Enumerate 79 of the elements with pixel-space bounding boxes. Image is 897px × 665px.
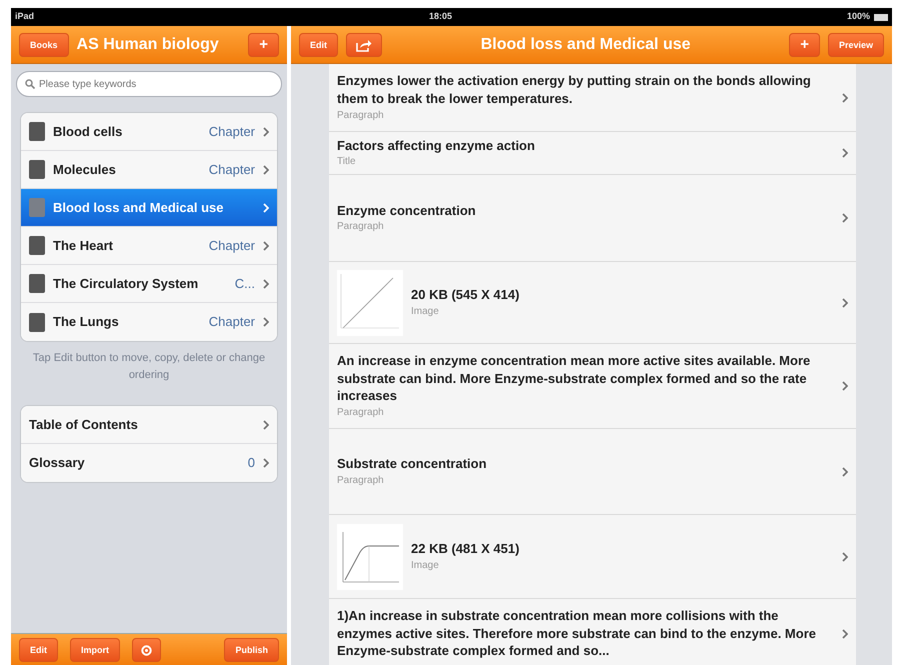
record-icon [141, 644, 152, 656]
chevron-icon [263, 420, 269, 430]
settings-button[interactable] [132, 638, 161, 662]
content-row[interactable]: Enzymes lower the activation energy by putting strain on the bonds allowing them to break the lower temperatures. Paragraph [329, 64, 856, 132]
content-row[interactable]: An increase in enzyme concentration mean more active sites available. More substrate can bind. More Enzyme-substrate complex formed and so the rate increases Paragraph [329, 344, 856, 429]
search-field[interactable]: Please type keywords [16, 71, 282, 97]
block-type: Paragraph [337, 406, 385, 420]
count-label: 0 [248, 454, 255, 472]
hint-text: Tap Edit button to move, copy, delete or change ordering [32, 351, 266, 382]
block-type: Paragraph [337, 220, 385, 234]
chevron-icon [263, 458, 269, 468]
block-text: 22 KB (481 X 451) [411, 540, 520, 558]
chevron-icon [842, 552, 848, 562]
menu-label: Glossary [29, 454, 85, 472]
content-row[interactable]: 22 KB (481 X 451) Image [329, 515, 856, 599]
chevron-icon [263, 317, 269, 327]
clock-time: 18:05 [428, 10, 452, 24]
battery-percent: 100% [846, 10, 870, 24]
chevron-icon [263, 126, 269, 136]
share-button[interactable] [346, 32, 382, 56]
chevron-icon [263, 278, 269, 288]
content-row[interactable]: 20 KB (545 X 414) Image [329, 262, 856, 344]
battery-icon [874, 14, 888, 20]
chevron-icon [842, 466, 848, 476]
block-text: An increase in enzyme concentration mean more active sites available. More substrate can bind. More Enzyme-substrate complex formed and so the rate increases [337, 352, 812, 405]
book-icon [29, 312, 45, 332]
block-type: Image [411, 558, 440, 573]
library-title: AS Human biology [76, 34, 219, 54]
book-icon [29, 160, 45, 179]
menu-label: Table of Contents [29, 416, 138, 434]
chevron-icon [842, 92, 848, 102]
chapter-title: The Lungs [53, 313, 119, 332]
block-type: Paragraph [337, 108, 385, 123]
content-row[interactable]: Enzyme concentration Paragraph [329, 175, 856, 262]
book-icon [29, 274, 45, 293]
chapter-row[interactable]: Blood cells Chapter [21, 113, 277, 151]
content-row[interactable]: Factors affecting enzyme action Title [329, 132, 856, 175]
chevron-icon [842, 381, 848, 391]
block-type: Title [337, 155, 357, 170]
chapter-type: C... [234, 274, 255, 293]
block-text: 20 KB (545 X 414) [411, 286, 520, 304]
chapter-title: Molecules [53, 160, 116, 179]
share-icon [356, 38, 372, 52]
block-text: Substrate concentration [337, 455, 488, 473]
chevron-icon [842, 628, 848, 638]
block-text: Enzymes lower the activation energy by putting strain on the bonds allowing them to break the lower temperatures. [337, 72, 812, 108]
chapter-type: Chapter [208, 122, 255, 141]
chapter-row[interactable]: The Lungs Chapter [21, 303, 277, 341]
book-icon [29, 236, 45, 255]
chevron-icon [263, 240, 269, 250]
chapter-title: The Circulatory System [53, 274, 198, 293]
block-text: Factors affecting enzyme action [337, 136, 536, 154]
chapter-row[interactable]: The Heart Chapter [21, 227, 277, 265]
chapter-type: Chapter [208, 313, 255, 332]
chapter-type: Chapter [208, 236, 255, 255]
document-title: Blood loss and Medical use [480, 34, 692, 54]
device-name: iPad [15, 10, 34, 24]
chevron-icon [263, 164, 269, 174]
block-type: Image [411, 304, 440, 319]
chevron-icon [842, 298, 848, 308]
block-text: Enzyme concentration [337, 202, 477, 220]
menu-row[interactable]: Table of Contents [21, 406, 277, 444]
chapter-type: Chapter [208, 160, 255, 179]
chevron-icon [842, 213, 848, 223]
book-icon [29, 122, 45, 141]
chapter-row[interactable]: Molecules Chapter [21, 151, 277, 189]
chapter-title: The Heart [53, 236, 113, 255]
chevron-icon [263, 202, 269, 212]
block-type: Paragraph [337, 474, 385, 488]
book-icon [29, 198, 45, 217]
chapter-title: Blood cells [53, 122, 122, 141]
chapter-row[interactable]: Blood loss and Medical use [21, 189, 277, 227]
block-text: 1)An increase in substrate concentration mean more collisions with the enzymes active sites. Therefore more substrate can bind to the enzyme. More Enzyme-substrate complex formed and so... [337, 607, 817, 660]
content-row[interactable]: 1)An increase in substrate concentration mean more collisions with the enzymes active sites. Therefore more substrate can bind to the enzyme. More Enzyme-substrate complex formed and so... [329, 599, 856, 665]
content-row[interactable]: Substrate concentration Paragraph [329, 429, 856, 515]
chapter-title: Blood loss and Medical use [53, 198, 224, 217]
menu-row[interactable]: Glossary 0 [21, 444, 277, 482]
chapter-row[interactable]: The Circulatory System C... [21, 265, 277, 303]
chevron-icon [842, 148, 848, 158]
